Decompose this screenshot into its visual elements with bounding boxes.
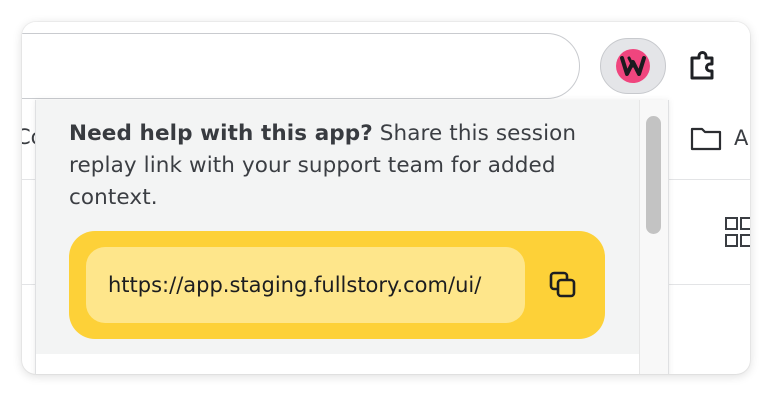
scrollbar-thumb[interactable]: [646, 116, 661, 234]
folder-icon: [690, 127, 722, 151]
popup-scrollbar[interactable]: [639, 100, 668, 374]
folder-label: A: [734, 126, 749, 150]
browser-toolbar: [22, 22, 750, 102]
puzzle-icon: [690, 51, 714, 80]
extensions-puzzle-button[interactable]: [670, 38, 736, 94]
folder-item[interactable]: A: [690, 125, 748, 151]
help-message-bold: Need help with this app?: [69, 121, 373, 146]
extension-popup: Need help with this app? Share this sess…: [35, 100, 669, 374]
session-link-field[interactable]: https://app.staging.fullstory.com/ui/: [86, 247, 525, 323]
share-link-card: https://app.staging.fullstory.com/ui/: [69, 231, 605, 339]
copy-link-button[interactable]: [545, 267, 581, 303]
fullstory-extension-button[interactable]: [600, 38, 666, 94]
grid-icon[interactable]: [724, 215, 750, 249]
popup-footer-area: [36, 354, 639, 374]
popup-content: Need help with this app? Share this sess…: [36, 100, 639, 374]
browser-window: Co A Need help with this app? Share this…: [22, 22, 750, 374]
copy-icon: [549, 271, 576, 298]
help-message: Need help with this app? Share this sess…: [69, 118, 629, 214]
address-bar[interactable]: [22, 33, 580, 99]
fullstory-w-logo-icon: [616, 49, 650, 83]
